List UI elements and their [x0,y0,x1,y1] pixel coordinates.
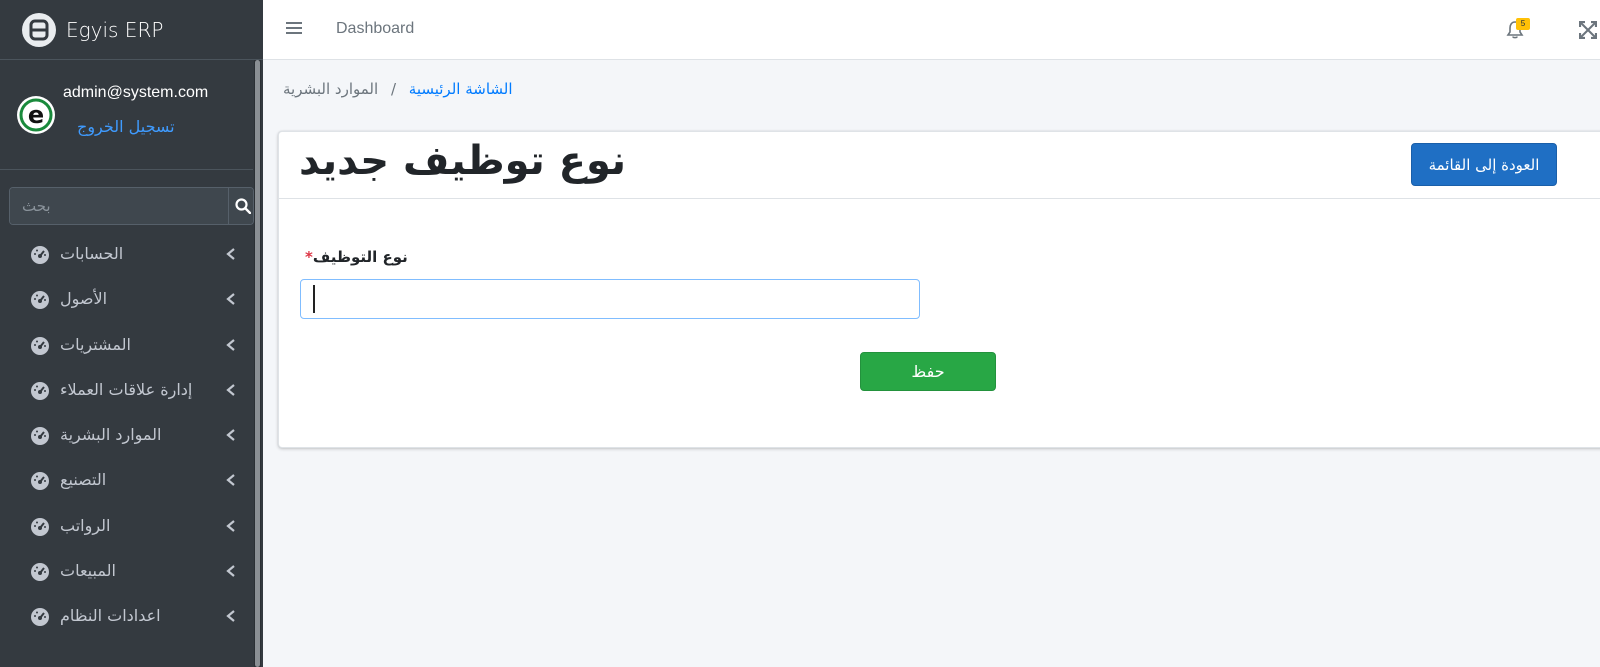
back-to-list-button[interactable]: العودة إلى القائمة [1411,143,1557,186]
sidebar-item-payroll[interactable]: الرواتب [0,504,253,549]
sidebar-item-manufacturing[interactable]: التصنيع [0,458,253,503]
top-navbar: Dashboard 5 [263,0,1600,60]
dashboard-gauge-icon [31,336,49,355]
sidebar-item-sales[interactable]: المبيعات [0,549,253,594]
sidebar-item-label: الرواتب [60,515,111,535]
chevron-left-icon [226,474,235,487]
dashboard-gauge-icon [31,563,49,582]
dashboard-gauge-icon [31,427,49,446]
page-title: نوع توظيف جديد [299,138,627,184]
dashboard-gauge-icon [31,246,49,264]
sidebar-item-purchases[interactable]: المشتريات [0,323,253,368]
sidebar-item-label: إدارة علاقات العملاء [60,379,193,399]
sidebar-item-hr[interactable]: الموارد البشرية [0,413,253,458]
chevron-left-icon [226,248,235,260]
sidebar-item-label: المبيعات [60,561,116,581]
svg-text:e: e [28,101,44,129]
employment-type-label: *نوع التوظيف [301,248,408,266]
sidebar-item-label: التصنيع [60,470,107,490]
menu-toggle-icon[interactable] [285,20,303,36]
chevron-left-icon [226,610,235,623]
form-card: نوع توظيف جديد العودة إلى القائمة *نوع ا… [278,131,1600,448]
sidebar-item-label: الأصول [60,289,108,309]
dashboard-link[interactable]: Dashboard [336,20,414,38]
sidebar-item-label: اعدادات النظام [60,606,161,626]
breadcrumb-current: الموارد البشرية [283,80,379,98]
search-button[interactable] [228,188,253,224]
user-email: admin@system.com [63,84,209,101]
breadcrumb: الشاشة الرئيسية / الموارد البشرية [283,80,513,98]
brand-title: Egyis ERP [66,17,164,42]
text-caret [313,285,315,313]
brand-link[interactable]: Egyis ERP [0,0,263,60]
breadcrumb-separator: / [390,80,396,98]
fullscreen-icon[interactable] [1579,21,1597,39]
sidebar-item-assets[interactable]: الأصول [0,277,253,322]
sidebar-search [9,187,254,225]
notification-badge: 5 [1516,18,1530,30]
dashboard-gauge-icon [31,608,49,627]
required-mark: * [305,248,313,266]
dashboard-gauge-icon [31,517,49,536]
employment-type-input[interactable] [300,279,920,319]
sidebar-item-accounts[interactable]: الحسابات [0,232,253,277]
avatar[interactable]: e [17,96,55,134]
user-panel: e admin@system.com تسجيل الخروج [0,60,253,170]
chevron-left-icon [226,429,235,442]
sidebar-item-label: المشتريات [60,334,131,354]
chevron-left-icon [226,338,235,351]
sidebar-scrollbar[interactable] [254,60,261,667]
dashboard-gauge-icon [31,381,49,400]
chevron-left-icon [226,565,235,577]
sidebar-item-label: الحسابات [60,244,124,263]
brand-logo-icon [22,12,56,47]
sidebar-item-label: الموارد البشرية [60,425,162,445]
chevron-left-icon [226,384,235,396]
field-label-text: نوع التوظيف [312,248,408,266]
sidebar-nav: الحسابات الأصول المشتريات إدارة علاقات ا… [0,232,253,640]
chevron-left-icon [226,293,235,306]
breadcrumb-home-link[interactable]: الشاشة الرئيسية [409,80,513,98]
save-button[interactable]: حفظ [860,352,996,391]
sidebar: Egyis ERP e admin@system.com تسجيل الخرو… [0,0,263,667]
search-input[interactable] [10,188,228,224]
card-header: نوع توظيف جديد العودة إلى القائمة [279,132,1600,199]
dashboard-gauge-icon [31,291,49,310]
search-icon [235,198,251,214]
sidebar-item-system-settings[interactable]: اعدادات النظام [0,594,253,639]
dashboard-gauge-icon [31,472,49,491]
chevron-left-icon [226,519,235,532]
logout-link[interactable]: تسجيل الخروج [77,117,175,136]
sidebar-scroll-thumb[interactable] [255,60,260,667]
sidebar-item-crm[interactable]: إدارة علاقات العملاء [0,368,253,413]
